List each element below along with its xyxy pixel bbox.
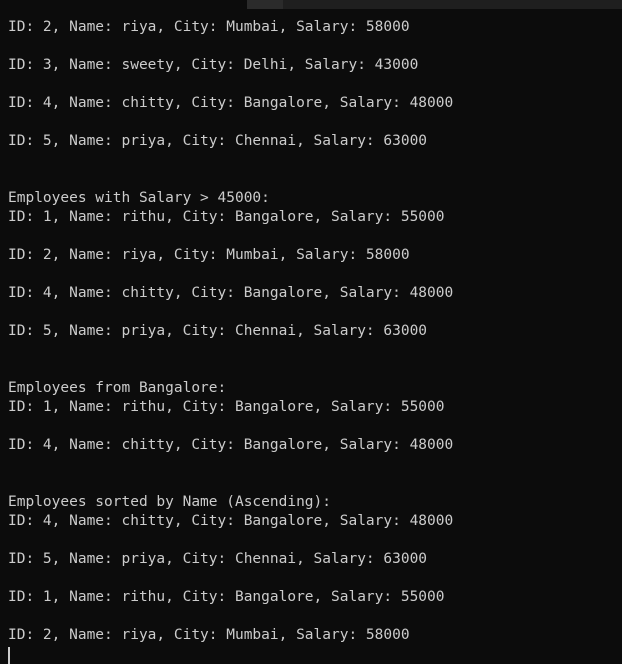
output-line: ID: 4, Name: chitty, City: Bangalore, Sa… xyxy=(8,95,454,111)
terminal-window[interactable]: ID: 2, Name: riya, City: Mumbai, Salary:… xyxy=(0,0,622,664)
active-tab[interactable] xyxy=(0,0,247,9)
output-line: ID: 5, Name: priya, City: Chennai, Salar… xyxy=(8,133,428,149)
output-line: ID: 1, Name: rithu, City: Bangalore, Sal… xyxy=(8,589,445,605)
output-line: ID: 2, Name: riya, City: Mumbai, Salary:… xyxy=(8,19,410,35)
output-line: ID: 4, Name: chitty, City: Bangalore, Sa… xyxy=(8,513,454,529)
output-line: ID: 3, Name: sweety, City: Delhi, Salary… xyxy=(8,57,419,73)
output-line: ID: 5, Name: priya, City: Chennai, Salar… xyxy=(8,323,428,339)
output-line: ID: 1, Name: rithu, City: Bangalore, Sal… xyxy=(8,209,445,225)
output-line: ID: 5, Name: priya, City: Chennai, Salar… xyxy=(8,551,428,567)
output-line: ID: 2, Name: riya, City: Mumbai, Salary:… xyxy=(8,627,410,643)
section-heading: Employees with Salary > 45000: xyxy=(8,190,270,206)
text-cursor xyxy=(8,647,10,664)
output-line: ID: 4, Name: chitty, City: Bangalore, Sa… xyxy=(8,437,454,453)
tab-edge xyxy=(247,0,283,9)
output-line: ID: 4, Name: chitty, City: Bangalore, Sa… xyxy=(8,285,454,301)
output-line: ID: 1, Name: rithu, City: Bangalore, Sal… xyxy=(8,399,445,415)
section-heading: Employees from Bangalore: xyxy=(8,380,227,396)
section-heading: Employees sorted by Name (Ascending): xyxy=(8,494,332,510)
output-line: ID: 2, Name: riya, City: Mumbai, Salary:… xyxy=(8,247,410,263)
tab-strip xyxy=(0,0,622,9)
